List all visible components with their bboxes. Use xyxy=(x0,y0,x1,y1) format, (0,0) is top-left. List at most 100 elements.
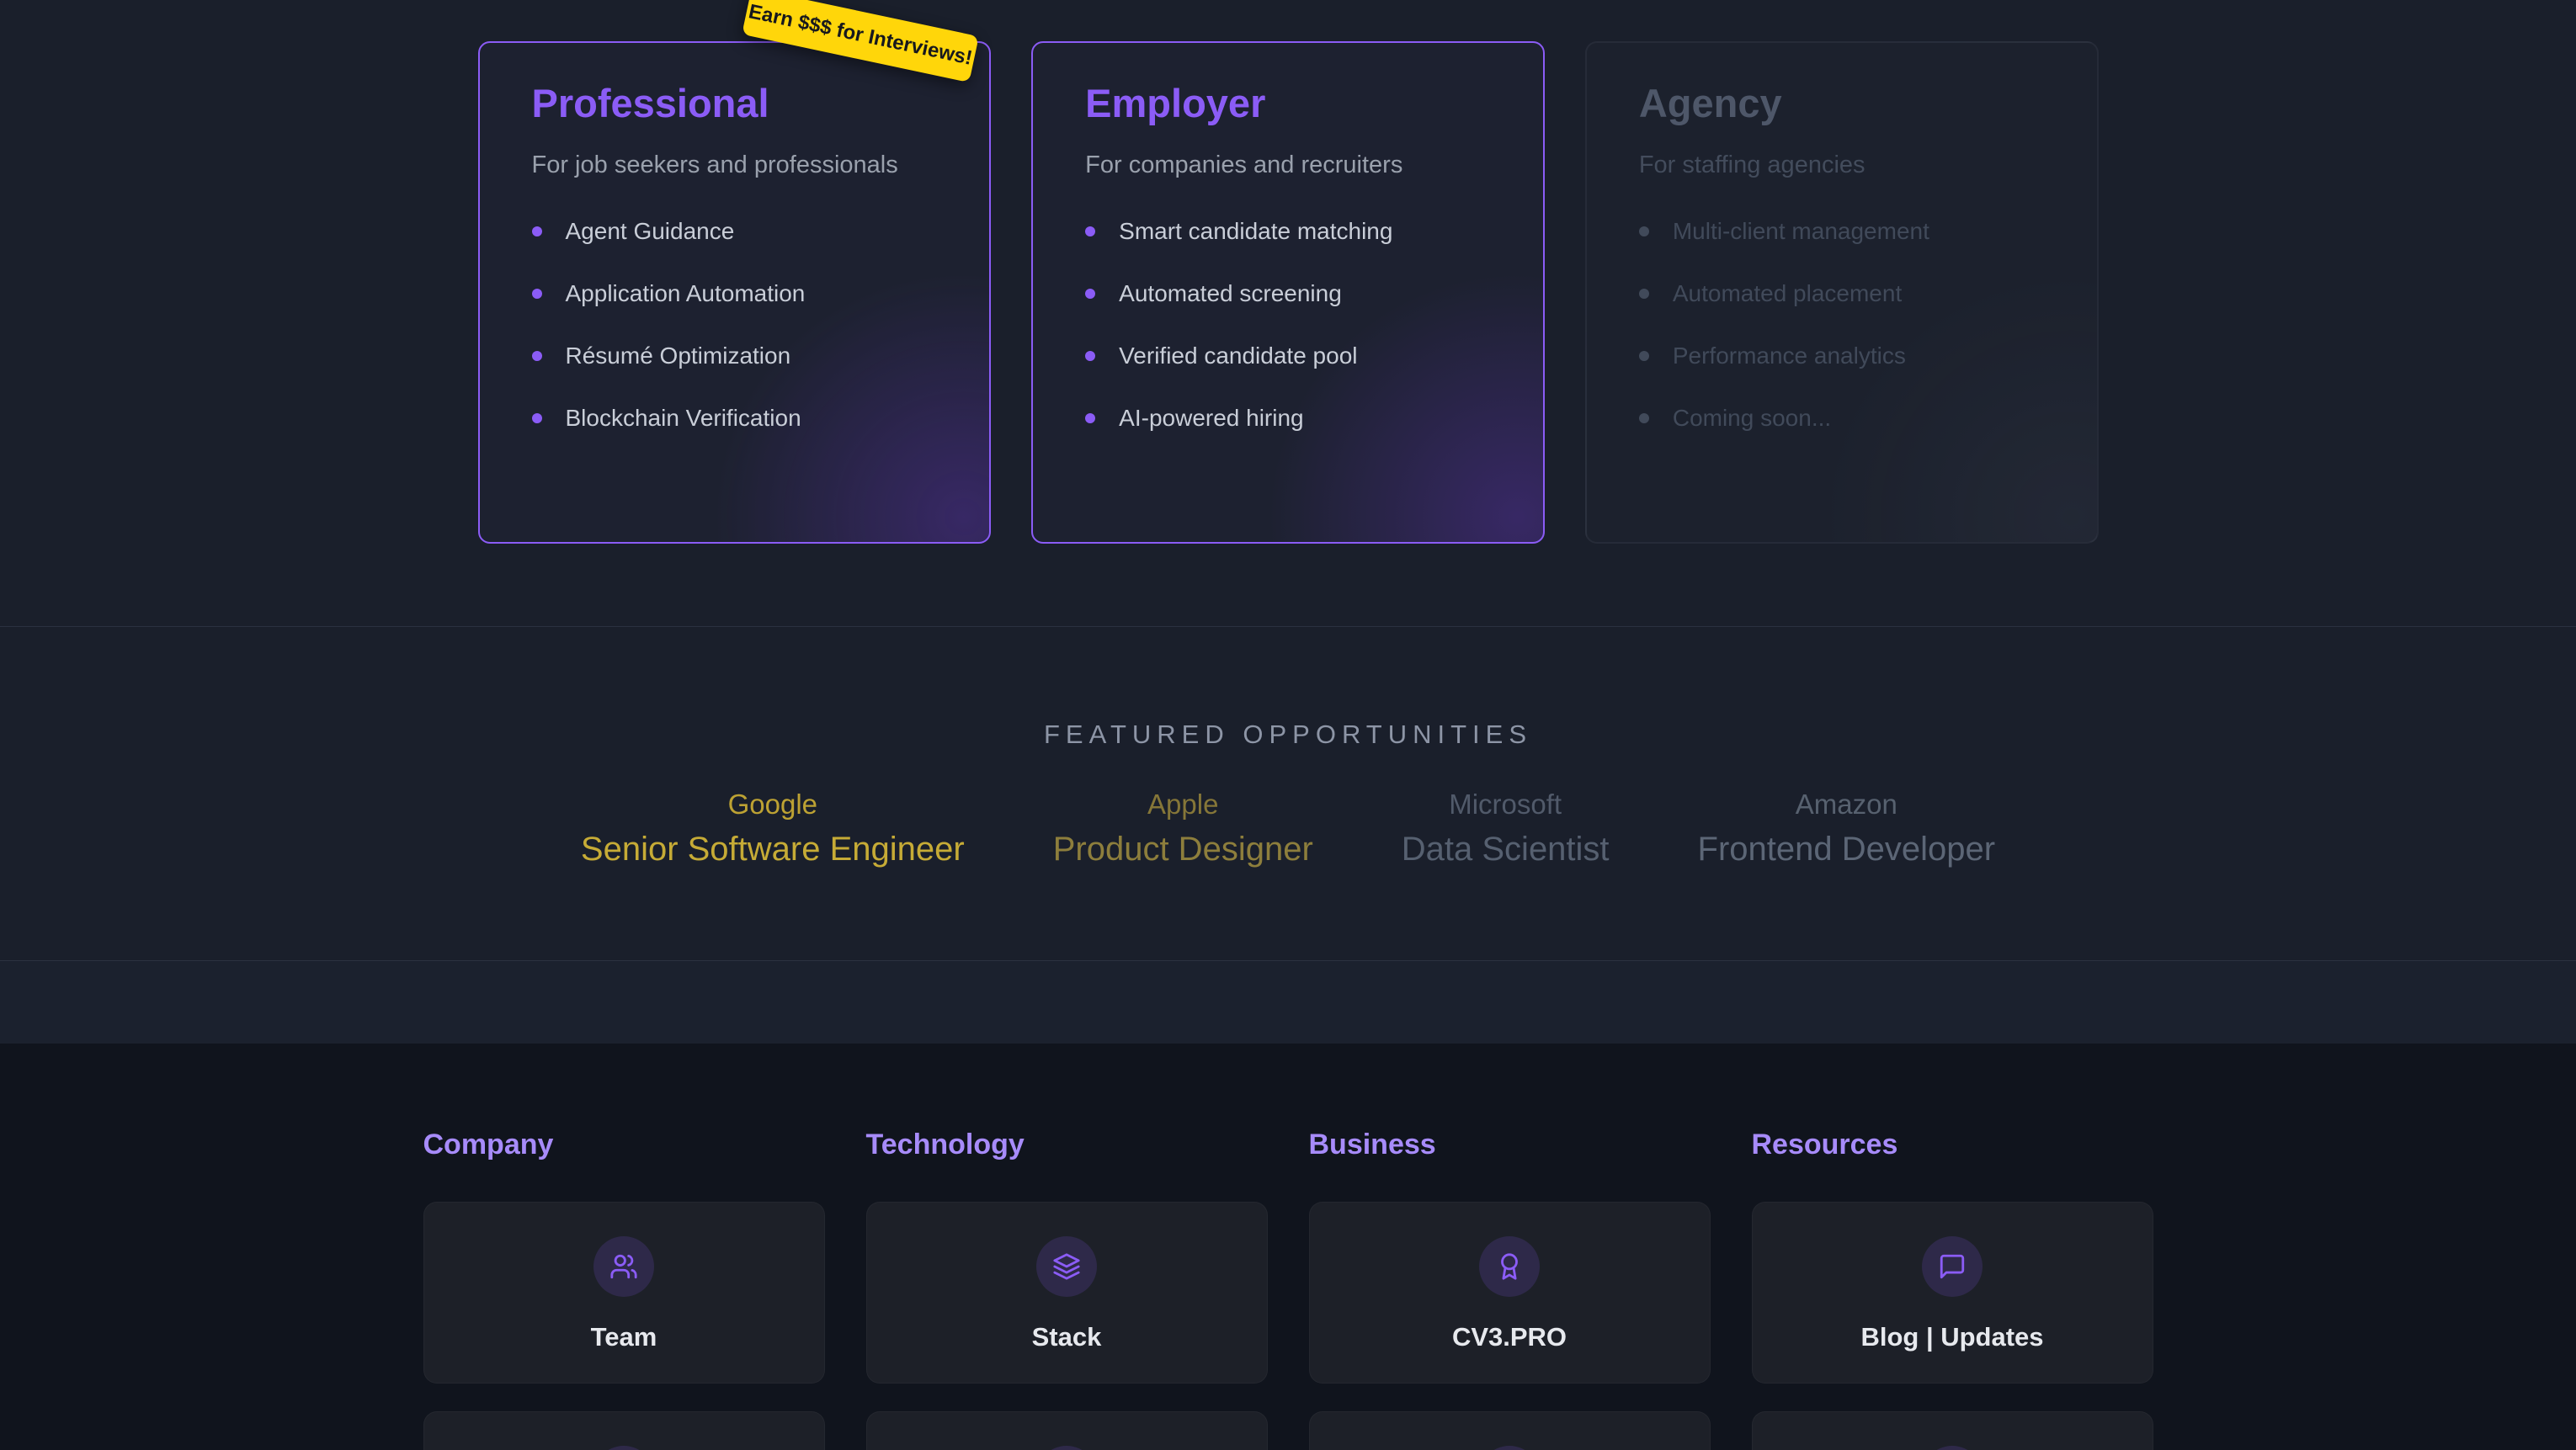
feature-label: Résumé Optimization xyxy=(566,344,791,368)
icon-circle xyxy=(1922,1236,1983,1297)
footer-column-heading: Resources xyxy=(1752,1130,2153,1159)
bullet-dot-icon xyxy=(532,289,542,299)
feature-label: Coming soon... xyxy=(1673,406,1831,430)
footer-card-team[interactable]: Team xyxy=(423,1202,825,1384)
bullet-dot-icon xyxy=(1639,413,1649,423)
footer-card-partial[interactable] xyxy=(866,1411,1268,1450)
footer-card-cv3pro[interactable]: CV3.PRO xyxy=(1309,1202,1711,1384)
icon-circle xyxy=(1479,1236,1540,1297)
footer-card-label: Blog | Updates xyxy=(1860,1322,2043,1352)
feature-item: Smart candidate matching xyxy=(1085,220,1491,243)
plan-feature-list: Smart candidate matching Automated scree… xyxy=(1085,220,1491,430)
bullet-dot-icon xyxy=(1085,226,1095,236)
footer-card-partial[interactable] xyxy=(1309,1411,1711,1450)
feature-item: Verified candidate pool xyxy=(1085,344,1491,368)
footer-column-heading: Company xyxy=(423,1130,825,1159)
feature-item: Automated placement xyxy=(1639,282,2045,305)
footer-column-resources: Resources Blog | Updates xyxy=(1752,1130,2153,1384)
bullet-dot-icon xyxy=(532,351,542,361)
plan-card-professional[interactable]: Professional For job seekers and profess… xyxy=(478,41,992,544)
plan-card-employer[interactable]: Employer For companies and recruiters Sm… xyxy=(1031,41,1545,544)
company-name: Amazon xyxy=(1698,790,1996,818)
bullet-dot-icon xyxy=(532,413,542,423)
featured-job-amazon[interactable]: Amazon Frontend Developer xyxy=(1698,790,1996,866)
footer-grid: Company Team Technology xyxy=(423,1130,2153,1384)
icon-circle xyxy=(593,1446,654,1450)
feature-label: Verified candidate pool xyxy=(1119,344,1357,368)
featured-job-microsoft[interactable]: Microsoft Data Scientist xyxy=(1402,790,1610,866)
footer-card-partial[interactable] xyxy=(423,1411,825,1450)
feature-item: Performance analytics xyxy=(1639,344,2045,368)
company-name: Apple xyxy=(1053,790,1313,818)
feature-item: Application Automation xyxy=(532,282,938,305)
site-footer: Company Team Technology xyxy=(0,1044,2576,1450)
bullet-dot-icon xyxy=(1639,351,1649,361)
footer-column-business: Business CV3.PRO xyxy=(1309,1130,1711,1384)
feature-item: AI-powered hiring xyxy=(1085,406,1491,430)
featured-job-google[interactable]: Google Senior Software Engineer xyxy=(581,790,965,866)
feature-label: Performance analytics xyxy=(1673,344,1906,368)
bullet-dot-icon xyxy=(1085,413,1095,423)
feature-item: Automated screening xyxy=(1085,282,1491,305)
featured-job-apple[interactable]: Apple Product Designer xyxy=(1053,790,1313,866)
feature-item: Coming soon... xyxy=(1639,406,2045,430)
company-name: Microsoft xyxy=(1402,790,1610,818)
award-icon xyxy=(1495,1252,1524,1281)
plan-feature-list: Multi-client management Automated placem… xyxy=(1639,220,2045,430)
job-title: Data Scientist xyxy=(1402,832,1610,866)
layers-icon xyxy=(1052,1252,1081,1281)
users-icon xyxy=(609,1252,638,1281)
bullet-dot-icon xyxy=(1639,289,1649,299)
bullet-dot-icon xyxy=(532,226,542,236)
plan-subtitle: For job seekers and professionals xyxy=(532,153,938,178)
job-title: Product Designer xyxy=(1053,832,1313,866)
feature-item: Résumé Optimization xyxy=(532,344,938,368)
icon-circle xyxy=(1036,1446,1097,1450)
plans-row: Professional For job seekers and profess… xyxy=(478,41,2099,544)
icon-circle xyxy=(1922,1446,1983,1450)
feature-label: AI-powered hiring xyxy=(1119,406,1303,430)
footer-card-partial[interactable] xyxy=(1752,1411,2153,1450)
icon-circle xyxy=(593,1236,654,1297)
company-name: Google xyxy=(581,790,965,818)
footer-inner: Company Team Technology xyxy=(423,1130,2153,1450)
icon-circle xyxy=(1036,1236,1097,1297)
footer-grid-row2 xyxy=(423,1411,2153,1450)
footer-card-blog[interactable]: Blog | Updates xyxy=(1752,1202,2153,1384)
plans-section: Earn $$$ for Interviews! Professional Fo… xyxy=(0,0,2576,627)
plan-subtitle: For companies and recruiters xyxy=(1085,153,1491,178)
bullet-dot-icon xyxy=(1085,289,1095,299)
featured-row: Google Senior Software Engineer Apple Pr… xyxy=(0,790,2576,866)
message-icon xyxy=(1938,1252,1967,1281)
featured-heading: FEATURED OPPORTUNITIES xyxy=(0,720,2576,750)
feature-label: Automated placement xyxy=(1673,282,1902,305)
feature-label: Multi-client management xyxy=(1673,220,1929,243)
plan-title: Agency xyxy=(1639,83,2045,123)
job-title: Senior Software Engineer xyxy=(581,832,965,866)
feature-label: Agent Guidance xyxy=(566,220,735,243)
plan-feature-list: Agent Guidance Application Automation Ré… xyxy=(532,220,938,430)
plan-subtitle: For staffing agencies xyxy=(1639,153,2045,178)
footer-column-technology: Technology Stack xyxy=(866,1130,1268,1384)
feature-label: Automated screening xyxy=(1119,282,1342,305)
plan-card-agency: Agency For staffing agencies Multi-clien… xyxy=(1585,41,2099,544)
feature-label: Application Automation xyxy=(566,282,806,305)
footer-column-heading: Business xyxy=(1309,1130,1711,1159)
footer-card-stack[interactable]: Stack xyxy=(866,1202,1268,1384)
bullet-dot-icon xyxy=(1639,226,1649,236)
footer-card-label: Team xyxy=(591,1322,657,1352)
footer-column-heading: Technology xyxy=(866,1130,1268,1159)
feature-item: Multi-client management xyxy=(1639,220,2045,243)
bullet-dot-icon xyxy=(1085,351,1095,361)
feature-item: Agent Guidance xyxy=(532,220,938,243)
footer-card-label: Stack xyxy=(1032,1322,1102,1352)
plan-title: Employer xyxy=(1085,83,1491,123)
feature-label: Smart candidate matching xyxy=(1119,220,1392,243)
spacer-band xyxy=(0,961,2576,1044)
footer-card-label: CV3.PRO xyxy=(1452,1322,1567,1352)
icon-circle xyxy=(1479,1446,1540,1450)
feature-label: Blockchain Verification xyxy=(566,406,801,430)
job-title: Frontend Developer xyxy=(1698,832,1996,866)
footer-column-company: Company Team xyxy=(423,1130,825,1384)
featured-opportunities-section: FEATURED OPPORTUNITIES Google Senior Sof… xyxy=(0,627,2576,961)
